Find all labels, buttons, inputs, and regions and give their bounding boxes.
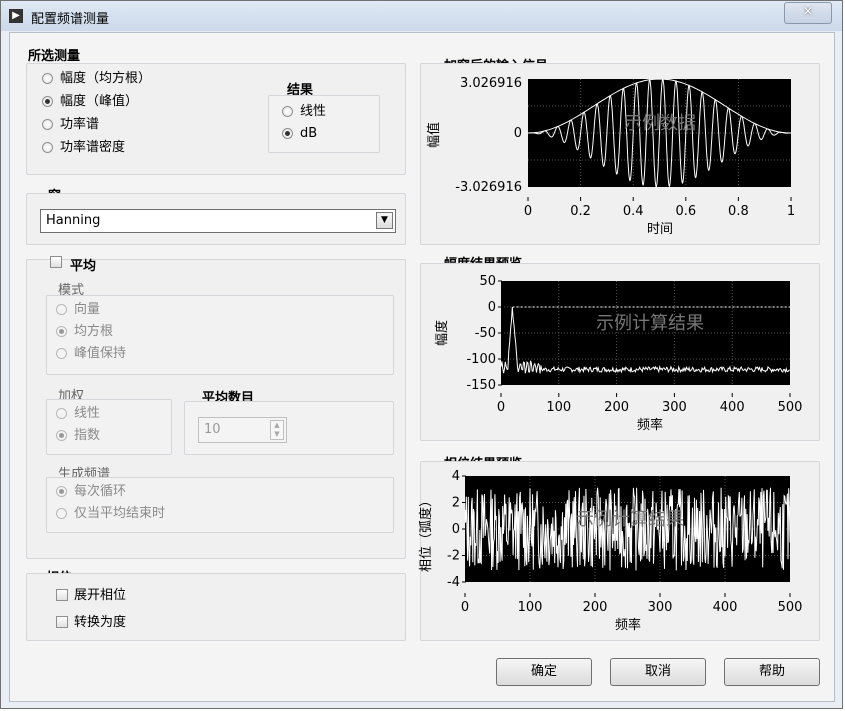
window-title: 配置频谱测量 xyxy=(31,12,110,27)
chart1-xtick-label: 0.6 xyxy=(675,204,696,219)
help-button[interactable]: 帮助 xyxy=(724,658,820,686)
chart3-xlabel: 频率 xyxy=(615,617,641,633)
chart2-xtick-label: 300 xyxy=(662,400,687,415)
app-icon: ▶ xyxy=(9,9,23,23)
ok-button[interactable]: 确定 xyxy=(496,658,592,686)
chart3: 示例计算结果 4 2 0 -2 -4 0 100 200 300 400 500 频率 相位（弧度… xyxy=(418,469,802,633)
chart1: 示例数据 3.026916 0 -3.026916 0 0.2 0.4 0.6 0.8 1… xyxy=(426,76,795,237)
chart2-ytick-label: -150 xyxy=(466,378,496,393)
chart2-xtick-label: 500 xyxy=(778,400,803,415)
cancel-button[interactable]: 取消 xyxy=(610,658,706,686)
chart3-ytick-label: 2 xyxy=(452,496,460,511)
chart3-xtick-label: 0 xyxy=(461,600,469,615)
chart1-ytick-mid: 0 xyxy=(514,126,522,141)
chart3-ytick-label: 4 xyxy=(452,469,460,484)
chart2-ytick-label: -100 xyxy=(466,352,496,367)
chart3-ylabel: 相位（弧度） xyxy=(418,494,434,572)
chart1-xtick-label: 0.8 xyxy=(728,204,749,219)
chart2-xtick-label: 400 xyxy=(720,400,745,415)
chart3-ytick-label: -4 xyxy=(447,575,460,590)
chart3-xtick-label: 300 xyxy=(648,600,673,615)
chart2-xtick-label: 0 xyxy=(497,400,505,415)
dialog-client: 所选测量 幅度（均方根）幅度（峰值）功率谱功率谱密度 结果 线性dB 窗 Han… xyxy=(9,32,835,702)
chart2-ytick-label: -50 xyxy=(475,326,496,341)
chart1-xtick-label: 0.2 xyxy=(570,204,591,219)
close-button[interactable]: × xyxy=(784,2,832,24)
chart2-ytick-label: 0 xyxy=(488,300,496,315)
chart3-ytick-label: 0 xyxy=(452,522,460,537)
chart2: 示例计算结果 500-50-100-150 0 100 200 300 400 500 频… xyxy=(434,274,802,433)
chart2-ylabel: 幅度 xyxy=(434,320,450,346)
chart1-ytick-bot: -3.026916 xyxy=(455,180,522,195)
chart1-watermark: 示例数据 xyxy=(624,113,696,134)
chart3-ytick-label: -2 xyxy=(447,549,460,564)
chart2-xtick-label: 200 xyxy=(604,400,629,415)
chart2-xtick-label: 100 xyxy=(546,400,571,415)
charts-svg: 示例数据 3.026916 0 -3.026916 0 0.2 0.4 0.6 0.8 1… xyxy=(418,76,802,633)
chart2-ytick-label: 50 xyxy=(479,274,496,289)
chart3-xtick-label: 500 xyxy=(778,600,803,615)
chart2-xlabel: 频率 xyxy=(637,417,663,433)
chart2-watermark: 示例计算结果 xyxy=(596,313,704,334)
chart1-ylabel: 幅值 xyxy=(426,122,442,148)
dialog-window: ▶ 配置频谱测量 × 所选测量 幅度（均方根） 幅度（峰值） 功率谱 功率谱密度 结果… xyxy=(0,0,843,709)
chart3-watermark: 示例计算结果 xyxy=(576,509,684,530)
chart3-xtick-label: 100 xyxy=(518,600,543,615)
chart1-ytick-top: 3.026916 xyxy=(460,76,522,91)
chart1-xtick-label: 1 xyxy=(787,204,795,219)
chart1-xlabel: 时间 xyxy=(647,222,673,237)
title-bar[interactable]: ▶ 配置频谱测量 × xyxy=(1,1,842,31)
chart1-xtick-label: 0.4 xyxy=(623,204,644,219)
chart3-xtick-label: 400 xyxy=(713,600,738,615)
chart3-xtick-label: 200 xyxy=(583,600,608,615)
chart1-xtick-label: 0 xyxy=(524,204,532,219)
